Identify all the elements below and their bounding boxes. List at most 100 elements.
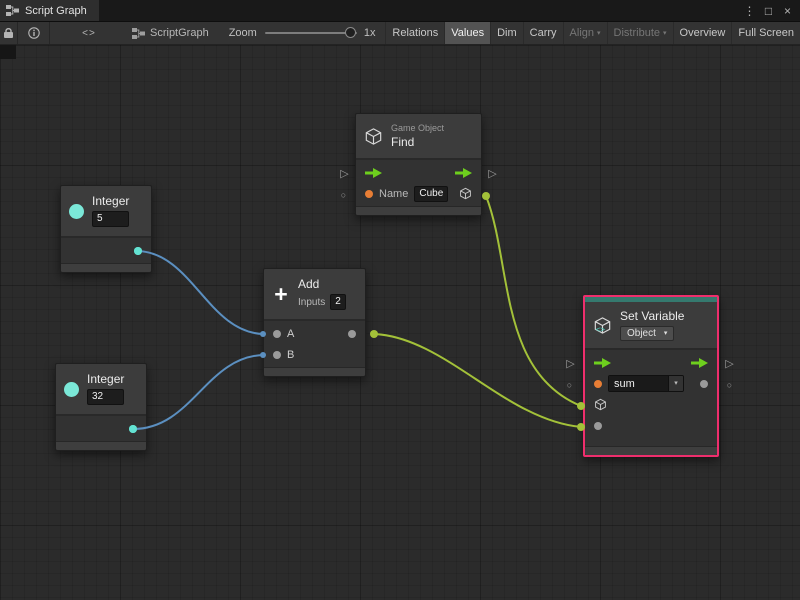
sum-output-port[interactable] (348, 330, 356, 338)
window-controls: ⋮ □ × (741, 0, 800, 21)
input-port-a[interactable] (273, 330, 281, 338)
node-title: Integer (87, 373, 124, 386)
port-label-b: B (287, 349, 294, 361)
node-header: <> Set Variable Object ▾ (585, 302, 717, 350)
toolbar-button-distribute[interactable]: Distribute ▾ (607, 22, 673, 44)
integer-value-field[interactable]: 32 (87, 389, 124, 405)
toolbar-button-relations[interactable]: Relations (385, 22, 444, 44)
port-row (356, 162, 481, 183)
zoom-label: Zoom (229, 27, 257, 39)
integer-icon (69, 204, 84, 219)
zoom-slider-track[interactable] (265, 32, 357, 34)
connection-integer1-to-add-a[interactable] (138, 251, 263, 334)
toolbar-button-full-screen[interactable]: Full Screen (731, 22, 800, 44)
connection-integer2-to-add-b[interactable] (133, 355, 263, 429)
zoom-slider-handle[interactable] (345, 27, 356, 38)
node-integer-2[interactable]: Integer 32 (55, 363, 147, 451)
node-header: Game Object Find (356, 114, 481, 160)
port-row: Name Cube (356, 183, 481, 204)
toolbar-button-carry[interactable]: Carry (523, 22, 563, 44)
toolbar-buttons: Relations Values Dim Carry Align ▾ Distr… (385, 22, 800, 44)
name-value-field[interactable]: Cube (414, 186, 448, 202)
setvar-name-in-port[interactable]: ○ (563, 379, 576, 392)
graph-name: ScriptGraph (150, 27, 209, 39)
port-row (585, 352, 717, 373)
node-header: Integer 5 (61, 186, 151, 238)
node-title: Set Variable (620, 310, 684, 323)
port-row (61, 240, 151, 261)
node-ports: A B (264, 321, 365, 367)
name-label: Name (379, 188, 408, 200)
flow-out-arrow-icon[interactable] (691, 358, 708, 368)
value-input-port[interactable] (594, 422, 602, 430)
close-icon[interactable]: × (779, 0, 796, 21)
connection-add-to-setvariable-value[interactable] (374, 334, 581, 427)
gameobject-output-icon[interactable] (459, 187, 472, 200)
variable-name-dropdown[interactable]: sum ▾ (608, 375, 684, 392)
input-port-b[interactable] (273, 351, 281, 359)
node-integer-1[interactable]: Integer 5 (60, 185, 152, 273)
zoom-slider[interactable] (265, 26, 357, 40)
find-flow-out-port[interactable]: ▷ (486, 168, 499, 181)
name-input-port[interactable] (365, 190, 373, 198)
graph-icon (132, 28, 145, 39)
variable-icon: <> (593, 316, 612, 335)
port-row: B (264, 344, 365, 365)
node-footer (61, 263, 151, 272)
integer-output-port[interactable] (129, 425, 137, 433)
integer-value-field[interactable]: 5 (92, 211, 129, 227)
wire-end-green[interactable] (370, 330, 378, 338)
find-flow-in-port[interactable]: ▷ (338, 168, 351, 181)
canvas-corner (0, 45, 16, 59)
port-row (585, 415, 717, 436)
node-header: Integer 32 (56, 364, 146, 416)
info-icon (28, 27, 40, 39)
setvar-flow-in-port[interactable]: ▷ (564, 358, 577, 371)
node-footer (356, 206, 481, 215)
connection-find-to-setvariable-object[interactable] (486, 196, 581, 406)
node-find[interactable]: Game Object Find Name Cube (355, 113, 482, 216)
integer-output-port[interactable] (134, 247, 142, 255)
node-title: Find (391, 136, 444, 149)
port-row: sum ▾ (585, 373, 717, 394)
toolbar-button-overview[interactable]: Overview (673, 22, 732, 44)
chevron-down-icon: ▾ (597, 30, 601, 37)
find-name-in-port[interactable]: ○ (337, 189, 350, 202)
node-ports (56, 416, 146, 441)
port-row: A (264, 323, 365, 344)
setvar-flow-out-port[interactable]: ▷ (723, 358, 736, 371)
setvar-value-out-port[interactable]: ○ (723, 379, 736, 392)
plus-icon: + (272, 284, 290, 304)
chevron-down-icon: ▾ (663, 30, 667, 37)
graph-toolbar: <> ScriptGraph Zoom 1x Relations Values … (0, 22, 800, 45)
flow-in-arrow-icon[interactable] (365, 168, 382, 178)
node-add[interactable]: + Add Inputs 2 A B (263, 268, 366, 377)
window-tab[interactable]: Script Graph (0, 0, 99, 21)
node-set-variable[interactable]: <> Set Variable Object ▾ (583, 295, 719, 457)
graph-breadcrumb[interactable]: ScriptGraph (132, 27, 209, 39)
info-button[interactable] (18, 22, 50, 44)
toolbar-button-dim[interactable]: Dim (490, 22, 523, 44)
wire-end-green[interactable] (482, 192, 490, 200)
distribute-label: Distribute (614, 27, 660, 39)
graph-canvas[interactable]: Integer 5 Integer 32 + (0, 45, 800, 600)
variable-scope-dropdown[interactable]: Object ▾ (620, 326, 674, 341)
value-output-port[interactable] (700, 380, 708, 388)
window-menu-icon[interactable]: ⋮ (741, 0, 758, 21)
toolbar-button-values[interactable]: Values (444, 22, 490, 44)
port-label-a: A (287, 328, 294, 340)
node-footer (585, 446, 717, 455)
svg-text:<>: <> (596, 324, 606, 333)
code-view-button[interactable]: <> (72, 22, 106, 44)
maximize-icon[interactable]: □ (760, 0, 777, 21)
node-title: Add (298, 278, 346, 291)
flow-out-arrow-icon[interactable] (455, 168, 472, 178)
variable-name-port[interactable] (594, 380, 602, 388)
toolbar-button-align[interactable]: Align ▾ (563, 22, 607, 44)
node-ports: sum ▾ (585, 350, 717, 446)
gameobject-input-icon[interactable] (594, 398, 607, 411)
inputs-count-field[interactable]: 2 (330, 294, 346, 310)
lock-button[interactable] (0, 22, 18, 44)
dropdown-arrow-button[interactable]: ▾ (668, 376, 683, 391)
flow-in-arrow-icon[interactable] (594, 358, 611, 368)
